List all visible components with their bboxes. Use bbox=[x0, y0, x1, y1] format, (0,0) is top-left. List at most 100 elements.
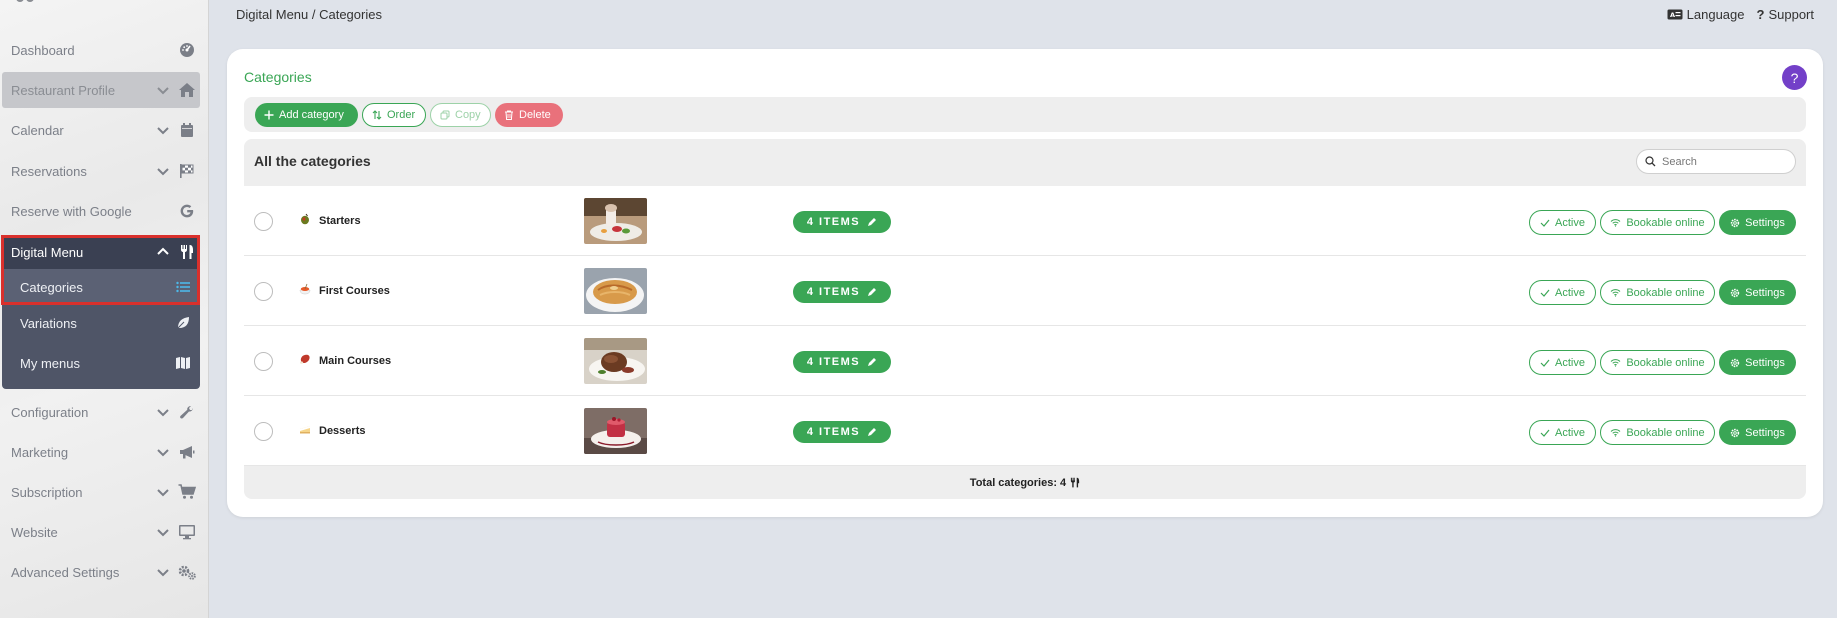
settings-button[interactable]: Settings bbox=[1719, 350, 1796, 375]
sidebar: Dashboard Restaurant Profile Calendar Re… bbox=[0, 0, 209, 618]
home-icon bbox=[177, 81, 197, 99]
sidebar-item-label: Calendar bbox=[11, 122, 64, 138]
trash-icon bbox=[505, 110, 513, 120]
settings-button[interactable]: Settings bbox=[1719, 210, 1796, 235]
sidebar-item-label: Advanced Settings bbox=[11, 564, 120, 580]
category-image[interactable] bbox=[584, 268, 647, 314]
sidebar-item-reserve-with-google[interactable]: Reserve with Google bbox=[0, 193, 200, 229]
pencil-icon bbox=[868, 358, 877, 366]
active-toggle[interactable]: Active bbox=[1529, 350, 1596, 375]
sidebar-item-advanced-settings[interactable]: Advanced Settings bbox=[0, 554, 200, 590]
language-link[interactable]: A Language bbox=[1667, 7, 1745, 22]
category-image[interactable] bbox=[584, 198, 647, 244]
toolbar: Add category Order Copy Delete bbox=[244, 97, 1806, 132]
check-icon bbox=[1540, 359, 1550, 367]
order-button[interactable]: Order bbox=[362, 103, 426, 127]
chevron-down-icon bbox=[157, 168, 169, 176]
question-icon: ? bbox=[1756, 7, 1765, 22]
sidebar-item-reservations[interactable]: Reservations bbox=[0, 153, 200, 189]
sidebar-item-configuration[interactable]: Configuration bbox=[0, 394, 200, 430]
check-icon bbox=[1540, 289, 1550, 297]
sidebar-item-calendar[interactable]: Calendar bbox=[0, 112, 200, 148]
sidebar-subitem-variations[interactable]: Variations bbox=[2, 305, 200, 341]
bookable-online-toggle[interactable]: Bookable online bbox=[1600, 210, 1715, 235]
logo bbox=[16, 0, 34, 2]
items-count-button[interactable]: 4 ITEMS bbox=[793, 211, 891, 233]
chevron-down-icon bbox=[157, 569, 169, 577]
category-image[interactable] bbox=[584, 408, 647, 454]
items-count-label: 4 ITEMS bbox=[806, 286, 861, 298]
sidebar-item-label: Reserve with Google bbox=[11, 203, 132, 219]
sidebar-item-dashboard[interactable]: Dashboard bbox=[0, 32, 200, 68]
items-count-button[interactable]: 4 ITEMS bbox=[793, 351, 891, 373]
table-row: Starters 4 ITEMS Active Bookable online … bbox=[244, 186, 1806, 256]
settings-button[interactable]: Settings bbox=[1719, 420, 1796, 445]
check-icon bbox=[1540, 219, 1550, 227]
settings-label: Settings bbox=[1745, 286, 1785, 299]
gear-icon bbox=[1730, 428, 1740, 437]
sidebar-item-label: Marketing bbox=[11, 444, 69, 460]
chevron-up-icon bbox=[157, 247, 169, 255]
support-link[interactable]: ? Support bbox=[1757, 7, 1815, 22]
support-label: Support bbox=[1768, 7, 1814, 22]
items-count-label: 4 ITEMS bbox=[806, 426, 861, 438]
dashboard-gauge-icon bbox=[177, 41, 197, 59]
row-select-radio[interactable] bbox=[254, 282, 273, 301]
sidebar-item-website[interactable]: Website bbox=[0, 514, 200, 550]
order-label: Order bbox=[387, 109, 416, 121]
help-button[interactable]: ? bbox=[1782, 65, 1807, 90]
active-label: Active bbox=[1555, 286, 1585, 299]
row-select-radio[interactable] bbox=[254, 422, 273, 441]
row-select-radio[interactable] bbox=[254, 352, 273, 371]
delete-button[interactable]: Delete bbox=[495, 103, 563, 127]
sidebar-item-label: Digital Menu bbox=[11, 244, 84, 260]
active-toggle[interactable]: Active bbox=[1529, 420, 1596, 445]
wrench-icon bbox=[177, 403, 197, 421]
settings-label: Settings bbox=[1745, 356, 1785, 369]
sidebar-item-label: Variations bbox=[20, 315, 77, 331]
language-icon: A bbox=[1667, 9, 1683, 20]
table-title: All the categories bbox=[254, 153, 371, 169]
bookable-label: Bookable online bbox=[1626, 356, 1705, 369]
sidebar-item-label: Subscription bbox=[11, 484, 83, 500]
settings-button[interactable]: Settings bbox=[1719, 280, 1796, 305]
gear-icon bbox=[1730, 358, 1740, 367]
categories-card: Categories ? Add category Order Copy Del… bbox=[227, 49, 1823, 517]
gear-icon bbox=[1730, 218, 1740, 227]
sidebar-item-restaurant-profile[interactable]: Restaurant Profile bbox=[2, 72, 200, 108]
items-count-button[interactable]: 4 ITEMS bbox=[793, 421, 891, 443]
row-select-radio[interactable] bbox=[254, 212, 273, 231]
active-toggle[interactable]: Active bbox=[1529, 280, 1596, 305]
chevron-down-icon bbox=[157, 87, 169, 95]
sidebar-subitem-categories[interactable]: Categories bbox=[2, 269, 200, 305]
copy-button[interactable]: Copy bbox=[430, 103, 491, 127]
sidebar-subitem-my-menus[interactable]: My menus bbox=[2, 345, 200, 381]
sidebar-item-label: Categories bbox=[20, 279, 83, 295]
pencil-icon bbox=[868, 288, 877, 296]
list-icon bbox=[173, 278, 193, 296]
active-label: Active bbox=[1555, 216, 1585, 229]
active-label: Active bbox=[1555, 426, 1585, 439]
search-input[interactable] bbox=[1662, 155, 1782, 168]
breadcrumb: Digital Menu / Categories bbox=[236, 7, 382, 22]
bookable-online-toggle[interactable]: Bookable online bbox=[1600, 350, 1715, 375]
sidebar-item-subscription[interactable]: Subscription bbox=[0, 474, 200, 510]
active-toggle[interactable]: Active bbox=[1529, 210, 1596, 235]
help-label: ? bbox=[1790, 69, 1799, 86]
sidebar-item-label: Reservations bbox=[11, 163, 87, 179]
chevron-down-icon bbox=[157, 529, 169, 537]
wifi-icon bbox=[1610, 429, 1621, 437]
sidebar-item-marketing[interactable]: Marketing bbox=[0, 434, 200, 470]
copy-icon bbox=[440, 110, 450, 120]
bookable-online-toggle[interactable]: Bookable online bbox=[1600, 280, 1715, 305]
megaphone-icon bbox=[177, 443, 197, 461]
items-count-button[interactable]: 4 ITEMS bbox=[793, 281, 891, 303]
add-category-button[interactable]: Add category bbox=[255, 103, 358, 127]
page-title: Categories bbox=[244, 69, 312, 85]
chevron-down-icon bbox=[157, 489, 169, 497]
category-name: Starters bbox=[319, 215, 361, 227]
category-image[interactable] bbox=[584, 338, 647, 384]
bookable-online-toggle[interactable]: Bookable online bbox=[1600, 420, 1715, 445]
category-name: First Courses bbox=[319, 285, 390, 297]
sidebar-item-digital-menu[interactable]: Digital Menu bbox=[2, 235, 200, 269]
